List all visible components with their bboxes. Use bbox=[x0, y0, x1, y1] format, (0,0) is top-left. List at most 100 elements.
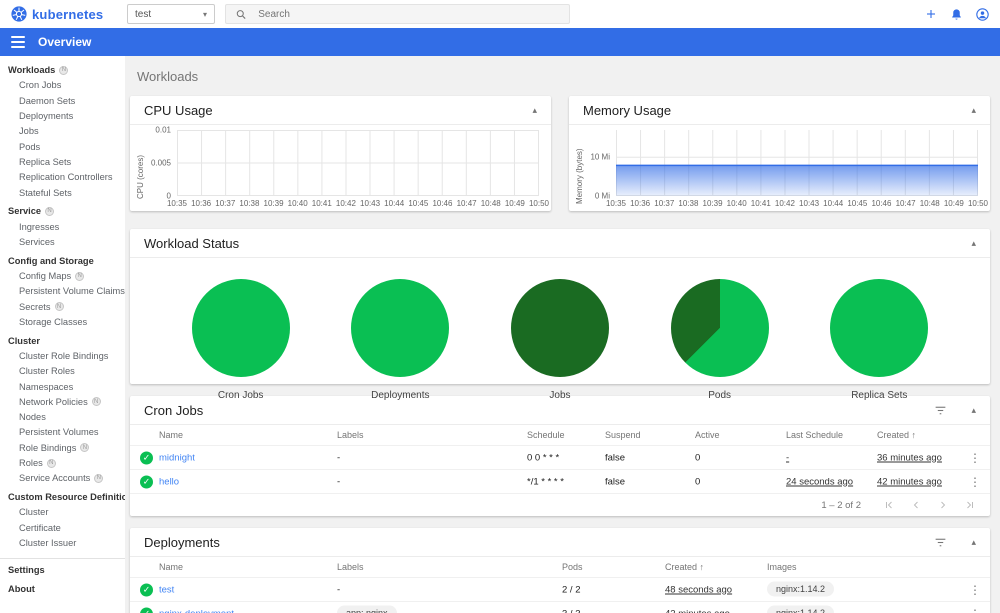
collapse-icon[interactable]: ▴ bbox=[971, 238, 976, 248]
cell-text: 0 bbox=[695, 452, 701, 463]
column-header-labels: Labels bbox=[337, 562, 364, 572]
pagination-range: 1 – 2 of 2 bbox=[821, 499, 861, 511]
sidebar-item-certificate[interactable]: Certificate bbox=[0, 520, 125, 535]
pie-chart bbox=[351, 279, 450, 377]
pagination: 1 – 2 of 2 bbox=[130, 494, 990, 516]
cpu-usage-card: CPU Usage ▴ CPU (cores) 0.01 0.005 0 10:35… bbox=[130, 96, 551, 211]
sidebar-item-roles[interactable]: Roles N bbox=[0, 455, 125, 470]
x-axis-ticks: 10:35 10:36 10:37 10:38 10:39 10:40 10:41 10:42… bbox=[605, 199, 989, 208]
sidebar-item-cron-jobs[interactable]: Cron Jobs bbox=[0, 78, 125, 93]
sidebar-item-persistent-volumes[interactable]: Persistent Volumes bbox=[0, 425, 125, 440]
workload-pie-jobs: Jobs bbox=[510, 279, 609, 401]
cell-text: false bbox=[605, 452, 626, 463]
sidebar-item-cluster[interactable]: Cluster bbox=[0, 505, 125, 520]
sidebar-item-persistent-volume-claims[interactable]: Persistent Volume ClaimsN bbox=[0, 284, 125, 299]
workload-status-card: Workload Status ▴ Cron Jobs Deployments Jo… bbox=[130, 229, 990, 401]
sidebar-item-workloads[interactable]: Workloads N bbox=[0, 63, 125, 78]
sidebar-item-cluster-roles[interactable]: Cluster Roles bbox=[0, 364, 125, 379]
row-actions-button[interactable]: ⋮ bbox=[965, 607, 985, 613]
logo-text: kubernetes bbox=[32, 6, 104, 22]
workload-status-pies: Cron Jobs Deployments Jobs Pods Replica Sets bbox=[130, 258, 990, 401]
create-resource-button[interactable] bbox=[924, 8, 937, 21]
link-nginx-deployment[interactable]: nginx-deployment bbox=[159, 608, 234, 613]
cron-jobs-table-header: Name Labels Schedule Suspend Active Last Sche… bbox=[130, 425, 990, 446]
page-title: Overview bbox=[38, 35, 92, 49]
column-header-schedule: Schedule bbox=[527, 430, 565, 440]
collapse-icon[interactable]: ▴ bbox=[971, 537, 976, 547]
chevron-left-icon bbox=[913, 501, 918, 509]
sidebar-item-network-policies[interactable]: Network Policies N bbox=[0, 394, 125, 409]
sidebar-item-deployments[interactable]: Deployments bbox=[0, 108, 125, 123]
namespaced-badge-icon: N bbox=[54, 302, 64, 312]
status-ok-icon: ✓ bbox=[140, 607, 153, 613]
pie-label: Replica Sets bbox=[851, 390, 908, 401]
filter-list-icon bbox=[936, 406, 946, 414]
collapse-icon[interactable]: ▴ bbox=[971, 405, 976, 415]
sidebar-item-about[interactable]: About bbox=[0, 582, 125, 597]
notifications-button[interactable] bbox=[950, 8, 963, 21]
row-actions-button[interactable]: ⋮ bbox=[965, 475, 985, 489]
workload-pie-replica-sets: Replica Sets bbox=[830, 279, 929, 401]
sidebar-item-cluster-issuer[interactable]: Cluster Issuer bbox=[0, 535, 125, 550]
search-box bbox=[225, 4, 570, 24]
row-actions-button[interactable]: ⋮ bbox=[965, 451, 985, 465]
sidebar-item-daemon-sets[interactable]: Daemon Sets bbox=[0, 93, 125, 108]
cell-under: 24 seconds ago bbox=[786, 476, 854, 487]
row-actions-button[interactable]: ⋮ bbox=[965, 583, 985, 597]
cell-chip: nginx:1.14.2 bbox=[767, 581, 835, 597]
sidebar: Workloads N Cron Jobs Daemon Sets Deployment… bbox=[0, 56, 125, 613]
deployments-header: Deployments ▴ bbox=[130, 528, 990, 557]
sidebar-item-nodes[interactable]: Nodes bbox=[0, 410, 125, 425]
sidebar-item-settings[interactable]: Settings bbox=[0, 563, 125, 578]
next-page-button[interactable] bbox=[937, 499, 949, 511]
sidebar-item-service[interactable]: Service N bbox=[0, 204, 125, 219]
status-ok-icon: ✓ bbox=[140, 583, 153, 596]
namespace-select[interactable]: test ▾ bbox=[127, 4, 215, 24]
sidebar-item-role-bindings[interactable]: Role Bindings N bbox=[0, 440, 125, 455]
sidebar-item-ingresses[interactable]: Ingresses bbox=[0, 219, 125, 234]
column-header-created[interactable]: Created ↑ bbox=[665, 562, 704, 572]
sidebar-item-jobs[interactable]: Jobs bbox=[0, 124, 125, 139]
sidebar-item-secrets[interactable]: Secrets N bbox=[0, 299, 125, 314]
user-account-button[interactable] bbox=[976, 7, 989, 21]
collapse-icon[interactable]: ▴ bbox=[971, 105, 976, 115]
sidebar-item-config-maps[interactable]: Config Maps N bbox=[0, 268, 125, 283]
bell-icon bbox=[952, 8, 961, 20]
sidebar-item-services[interactable]: Services bbox=[0, 234, 125, 249]
collapse-icon[interactable]: ▴ bbox=[532, 105, 537, 115]
cell-text: 3 / 3 bbox=[562, 608, 581, 613]
sidebar-item-pods[interactable]: Pods bbox=[0, 139, 125, 154]
main-content: Workloads CPU Usage ▴ CPU (cores) 0.01 0.… bbox=[125, 56, 1000, 613]
cpu-chart: CPU (cores) 0.01 0.005 0 10:35 10:36 10:37 10… bbox=[130, 125, 551, 209]
menu-button[interactable] bbox=[11, 36, 25, 48]
last-page-button[interactable] bbox=[964, 499, 976, 511]
filter-button[interactable] bbox=[934, 537, 947, 548]
search-input[interactable] bbox=[258, 8, 559, 20]
workload-status-header: Workload Status ▴ bbox=[130, 229, 990, 258]
filter-button[interactable] bbox=[934, 405, 947, 416]
chevron-down-icon: ▾ bbox=[202, 9, 207, 19]
chip: app: nginx bbox=[337, 605, 397, 613]
kubernetes-logo[interactable]: kubernetes bbox=[0, 6, 125, 22]
y-axis-label: CPU (cores) bbox=[136, 154, 145, 199]
sidebar-item-storage-classes[interactable]: Storage Classes bbox=[0, 314, 125, 329]
sidebar-item-config-and-storage[interactable]: Config and Storage bbox=[0, 253, 125, 268]
link-hello[interactable]: hello bbox=[159, 476, 179, 487]
sidebar-item-service-accounts[interactable]: Service Accounts N bbox=[0, 471, 125, 486]
pie-chart bbox=[670, 279, 769, 377]
sidebar-item-cluster[interactable]: Cluster bbox=[0, 333, 125, 348]
prev-page-button[interactable] bbox=[910, 499, 922, 511]
search-icon bbox=[236, 9, 246, 19]
first-page-button[interactable] bbox=[883, 499, 895, 511]
link-test[interactable]: test bbox=[159, 584, 174, 595]
sidebar-item-replication-controllers[interactable]: Replication Controllers bbox=[0, 170, 125, 185]
sidebar-item-custom-resource-definitions[interactable]: Custom Resource Definitions bbox=[0, 490, 125, 505]
sidebar-item-namespaces[interactable]: Namespaces bbox=[0, 379, 125, 394]
card-title: Memory Usage bbox=[583, 102, 672, 118]
sidebar-item-stateful-sets[interactable]: Stateful Sets bbox=[0, 185, 125, 200]
card-title: CPU Usage bbox=[144, 102, 213, 118]
link-midnight[interactable]: midnight bbox=[159, 452, 195, 463]
sidebar-item-cluster-role-bindings[interactable]: Cluster Role Bindings bbox=[0, 348, 125, 363]
sidebar-item-replica-sets[interactable]: Replica Sets bbox=[0, 154, 125, 169]
column-header-created[interactable]: Created ↑ bbox=[877, 430, 916, 440]
